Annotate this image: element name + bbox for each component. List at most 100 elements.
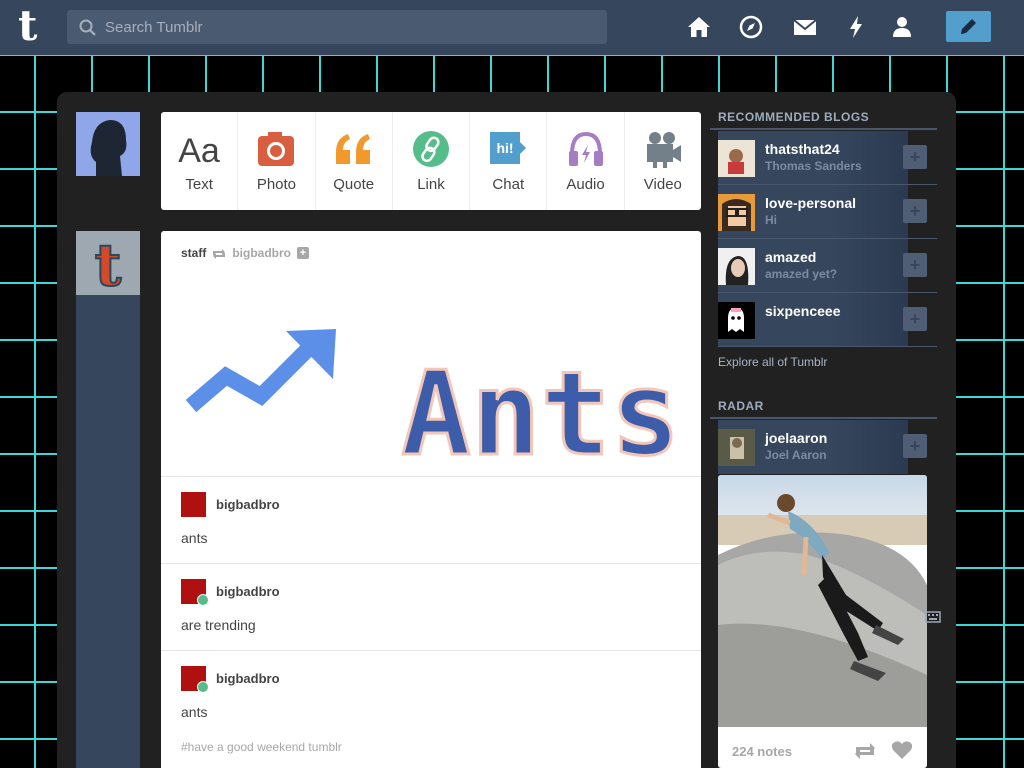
radar-post-card: 224 notes	[718, 475, 927, 768]
blog-avatar-image	[718, 429, 755, 466]
trending-arrow-graphic	[185, 329, 336, 413]
recommended-blog-row[interactable]: love-personal Hi +	[718, 185, 937, 239]
post-type-quote[interactable]: Quote	[316, 112, 393, 210]
follow-button[interactable]: +	[903, 253, 927, 277]
video-icon	[646, 132, 681, 168]
bigbadbro-avatar[interactable]	[181, 492, 206, 517]
activity-icon[interactable]	[843, 14, 869, 40]
staff-avatar[interactable]: t	[76, 231, 140, 295]
divider	[161, 563, 701, 564]
blog-name[interactable]: thatsthat24	[765, 141, 840, 157]
audio-icon	[568, 131, 603, 166]
blog-avatar-image	[718, 248, 755, 285]
radar-title: RADAR	[718, 399, 764, 413]
account-icon[interactable]	[889, 14, 915, 40]
search-box[interactable]	[67, 10, 607, 44]
post-type-video[interactable]: Video	[625, 112, 701, 210]
recommended-blog-row[interactable]: amazed amazed yet? +	[718, 239, 937, 293]
post-tags[interactable]: #have a good weekend tumblr	[181, 740, 342, 754]
compose-button[interactable]	[946, 11, 991, 42]
chat-icon: hi!	[490, 132, 527, 164]
notes-count[interactable]: 224 notes	[732, 744, 792, 759]
svg-text:Aa: Aa	[178, 132, 220, 170]
staff-tumblr-logo-image: t	[76, 231, 140, 295]
post-type-link[interactable]: Link	[393, 112, 471, 210]
sidebar-divider	[710, 417, 937, 419]
blog-name[interactable]: joelaaron	[765, 430, 827, 446]
follow-button[interactable]: +	[903, 145, 927, 169]
like-heart-icon[interactable]	[891, 740, 913, 760]
post-type-label: Text	[185, 176, 213, 193]
recommended-blog-row[interactable]: sixpenceee +	[718, 293, 937, 347]
blog-name[interactable]: sixpenceee	[765, 303, 841, 319]
post-type-bar: Aa Text Photo Quote Link hi! Chat Audio …	[161, 112, 701, 210]
post-type-text[interactable]: Aa Text	[161, 112, 239, 210]
photo-icon	[258, 132, 295, 166]
reblog-badge-icon	[197, 681, 209, 693]
reblog-badge-icon	[197, 594, 209, 606]
quote-icon	[335, 134, 370, 164]
post-type-label: Video	[643, 176, 682, 193]
reblog-username[interactable]: bigbadbro	[216, 497, 280, 512]
reblog-icon	[213, 249, 226, 259]
ants-trending-image: Ants	[185, 329, 682, 476]
post-type-label: Chat	[492, 176, 525, 193]
sixpenceee-avatar[interactable]	[718, 302, 755, 339]
svg-text:hi!: hi!	[497, 140, 514, 156]
post-type-photo[interactable]: Photo	[238, 112, 316, 210]
skateboarder-photo[interactable]	[718, 475, 927, 727]
blog-subtitle: Hi	[765, 213, 777, 227]
link-icon	[412, 131, 449, 167]
home-icon[interactable]	[686, 14, 712, 40]
blog-name[interactable]: amazed	[765, 249, 816, 265]
love-personal-avatar[interactable]	[718, 194, 755, 231]
post-header: staff bigbadbro +	[181, 246, 310, 260]
reblog-text: ants	[181, 530, 208, 546]
keyboard-shortcuts-icon[interactable]	[925, 610, 941, 624]
follow-button[interactable]: +	[903, 199, 927, 223]
ants-image-text: Ants	[401, 347, 680, 476]
silhouette-avatar-image	[76, 112, 140, 176]
thatsthat24-avatar[interactable]	[718, 140, 755, 177]
reblog-icon[interactable]	[854, 741, 876, 759]
recommended-blog-row[interactable]: thatsthat24 Thomas Sanders +	[718, 131, 937, 185]
reblogged-from-link[interactable]: bigbadbro	[232, 246, 291, 260]
blog-subtitle: Joel Aaron	[765, 448, 827, 462]
top-navigation-bar: t	[0, 0, 1024, 55]
search-icon	[79, 19, 96, 36]
search-input[interactable]	[105, 10, 595, 44]
inbox-icon[interactable]	[792, 14, 818, 40]
blog-avatar-image	[718, 302, 755, 339]
post-author-link[interactable]: staff	[181, 246, 206, 260]
post-type-audio[interactable]: Audio	[547, 112, 625, 210]
explore-icon[interactable]	[738, 14, 764, 40]
user-avatar[interactable]	[76, 112, 140, 176]
joelaaron-avatar[interactable]	[718, 429, 755, 466]
reblog-username[interactable]: bigbadbro	[216, 584, 280, 599]
dashboard-post: staff bigbadbro + Ants bigbadbro ants bi…	[161, 231, 701, 768]
svg-text:t: t	[95, 231, 122, 295]
text-icon: Aa	[178, 132, 220, 170]
blog-subtitle: Thomas Sanders	[765, 159, 862, 173]
post-column-strip	[76, 295, 140, 768]
explore-link[interactable]: Explore all of Tumblr	[718, 355, 827, 369]
blog-subtitle: amazed yet?	[765, 267, 838, 281]
follow-plus-icon[interactable]: +	[297, 247, 310, 259]
row-divider	[718, 346, 937, 347]
blog-name[interactable]: love-personal	[765, 195, 856, 211]
pencil-icon	[961, 19, 976, 34]
tumblr-logo[interactable]: t	[18, 5, 48, 48]
post-type-label: Link	[417, 176, 445, 193]
post-type-label: Photo	[256, 176, 297, 193]
divider	[161, 650, 701, 651]
radar-blog-row[interactable]: joelaaron Joel Aaron +	[718, 420, 937, 474]
follow-button[interactable]: +	[903, 434, 927, 458]
reblog-username[interactable]: bigbadbro	[216, 671, 280, 686]
post-type-label: Quote	[333, 176, 375, 193]
post-type-chat[interactable]: hi! Chat	[470, 112, 548, 210]
follow-button[interactable]: +	[903, 307, 927, 331]
reblog-text: are trending	[181, 617, 256, 633]
amazed-avatar[interactable]	[718, 248, 755, 285]
blog-avatar-image	[718, 140, 755, 177]
divider	[161, 476, 701, 477]
